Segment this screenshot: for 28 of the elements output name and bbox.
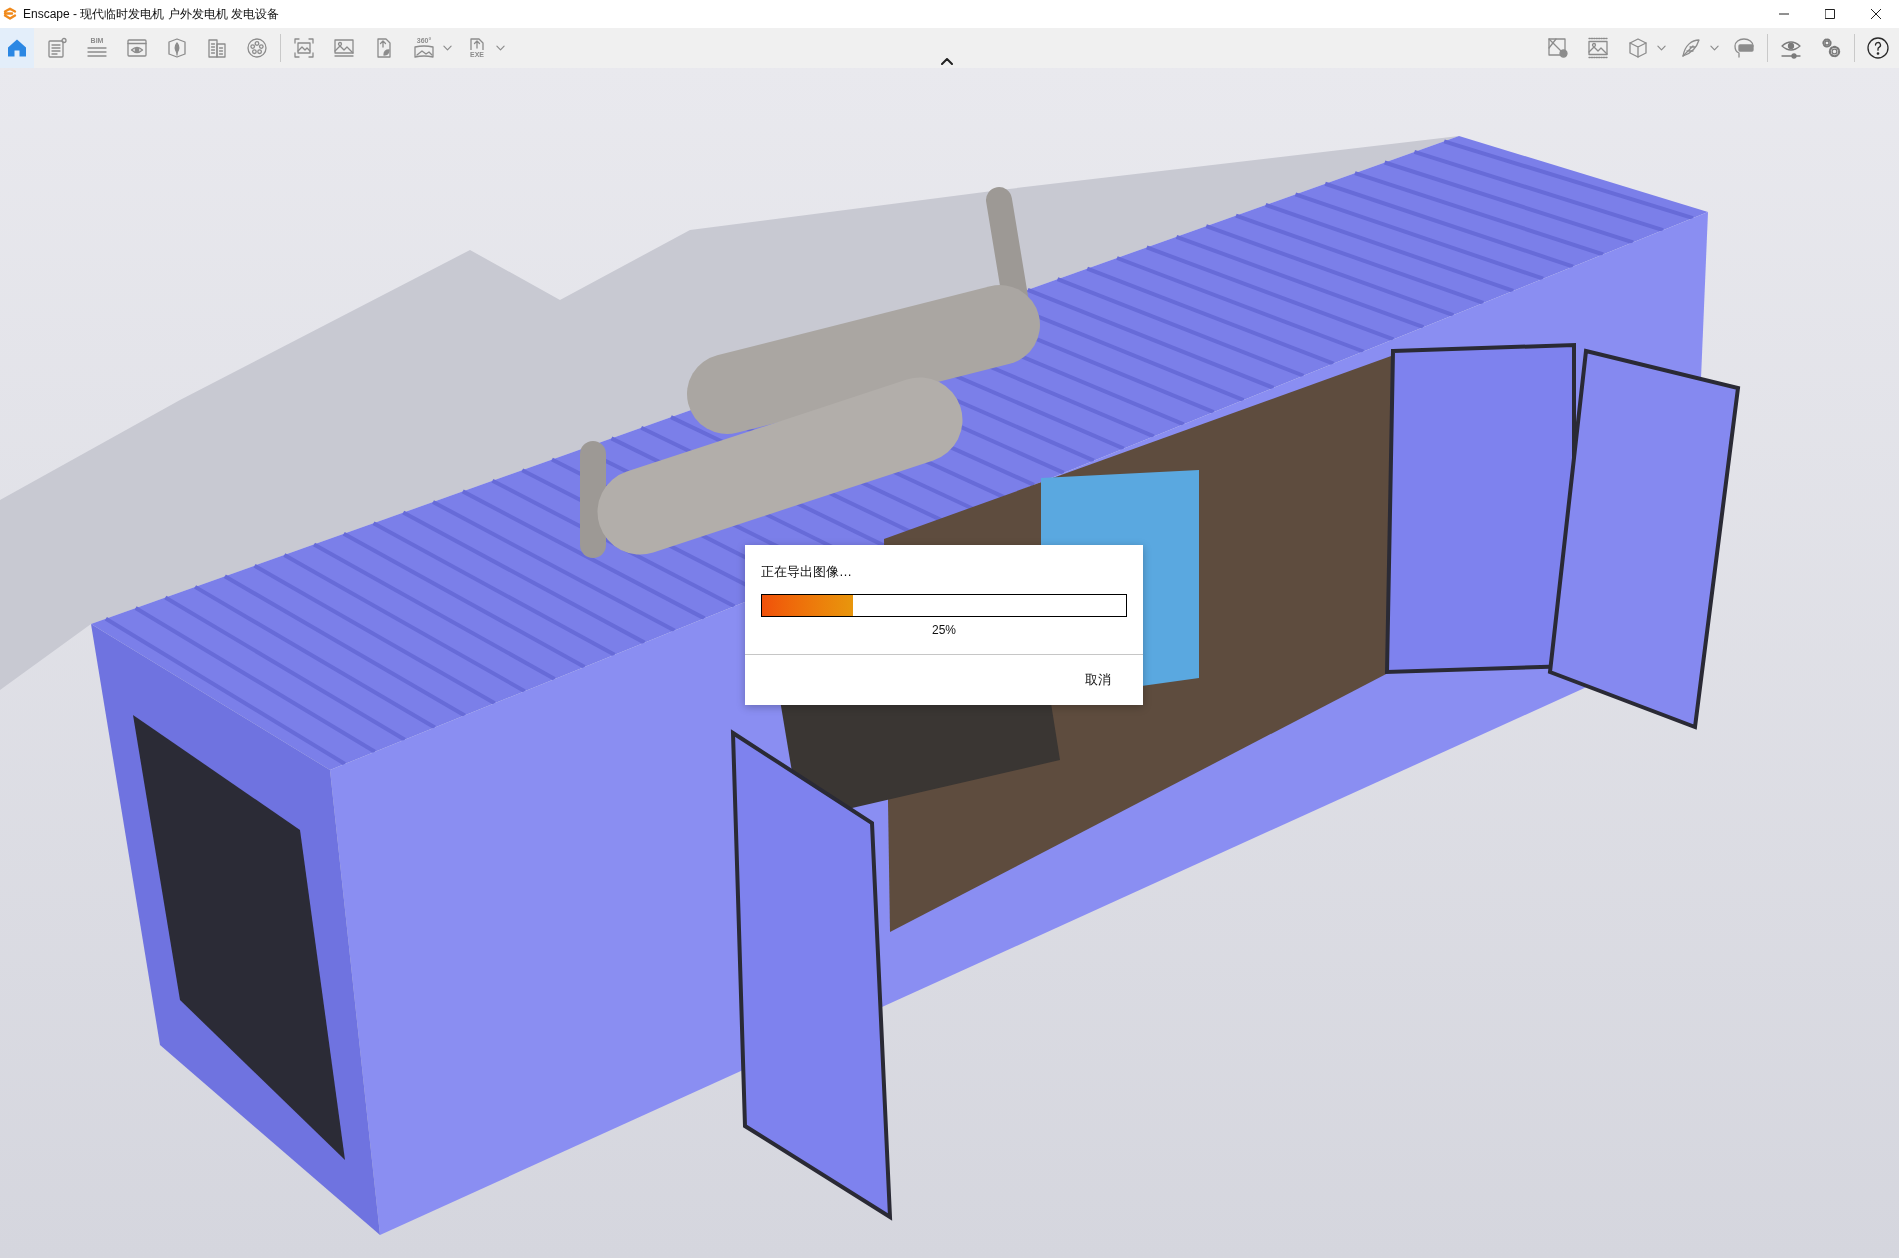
maximize-icon [1825,9,1835,19]
cancel-button[interactable]: 取消 [1079,667,1117,693]
building-icon [205,36,229,60]
lines-icon [85,45,109,59]
vr-headset-icon [1732,36,1756,60]
chevron-down-icon[interactable] [1657,45,1666,51]
chevron-down-icon[interactable] [496,45,505,51]
map-pin-icon [1546,36,1570,60]
notepad-icon [45,36,69,60]
film-reel-icon [245,36,269,60]
window-title: Enscape - 现代临时发电机 户外发电机 发电设备 [23,6,280,23]
help-icon [1866,36,1890,60]
shield-leaf-icon [165,36,189,60]
app-logo-icon [3,7,17,21]
gears-icon [1819,36,1843,60]
chevron-down-icon[interactable] [1710,45,1719,51]
image-icon [1586,36,1610,60]
window-eye-icon [125,36,149,60]
home-button[interactable] [0,28,34,68]
chevron-down-icon[interactable] [443,45,452,51]
image-icon [332,36,356,60]
progress-percent: 25% [931,622,957,638]
export-message: 正在导出图像… [761,563,853,580]
framed-image-icon [292,36,316,60]
close-icon [1871,9,1881,19]
cube-icon [1626,36,1650,60]
chevron-up-icon[interactable] [941,58,953,65]
panorama-icon [412,45,436,59]
